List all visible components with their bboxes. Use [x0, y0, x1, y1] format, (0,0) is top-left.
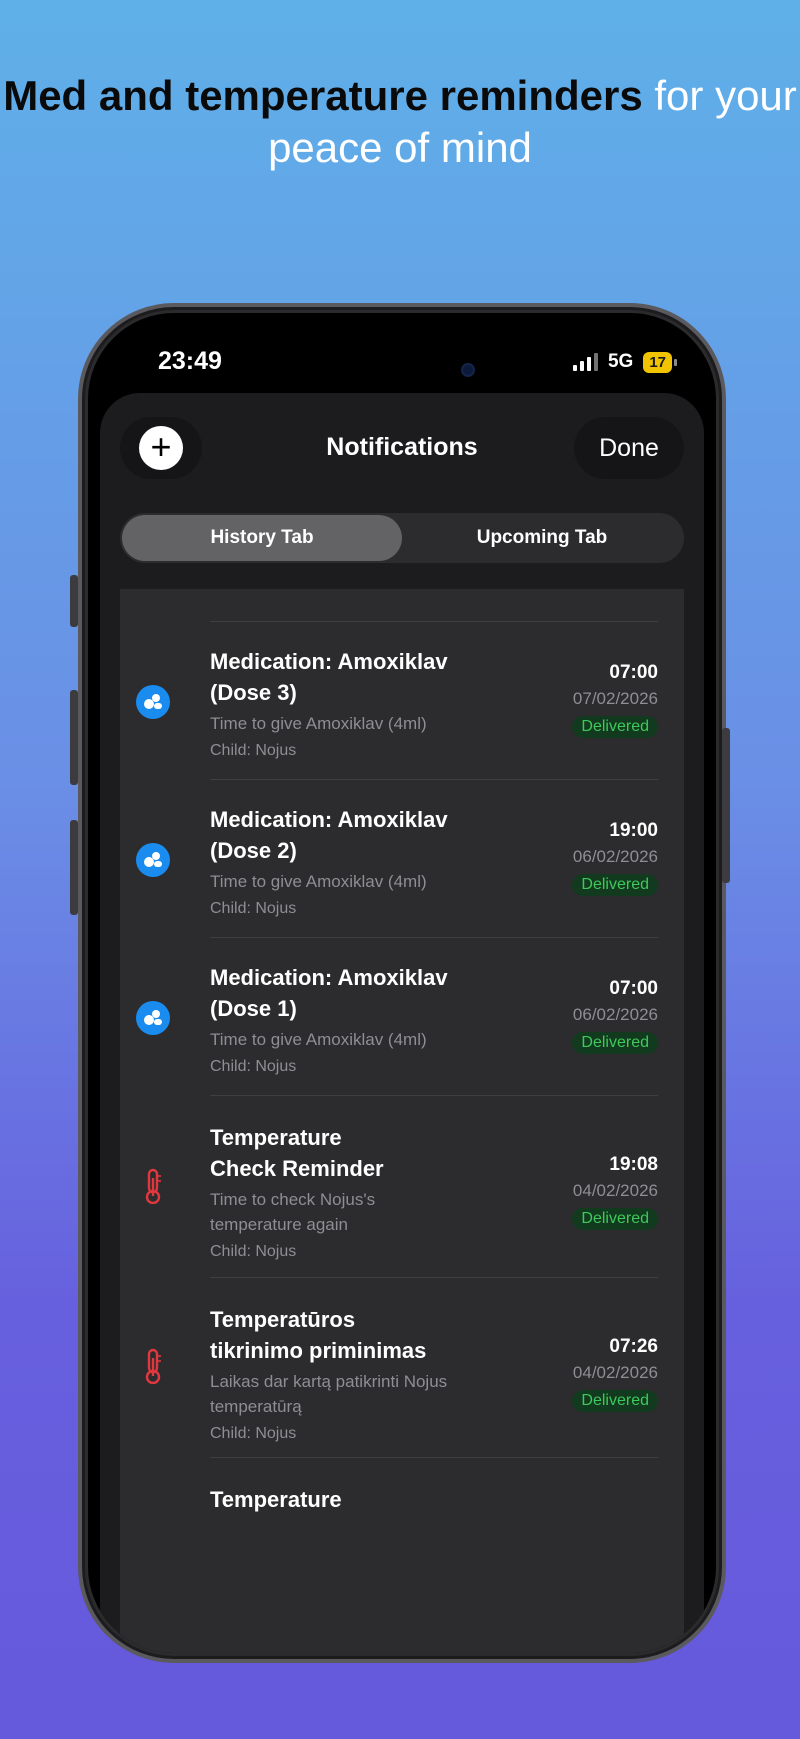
pill-icon	[135, 842, 171, 878]
notification-list[interactable]: Medication: Amoxiklav (Dose 3) Time to g…	[120, 589, 684, 1653]
notification-date: 04/02/2026	[572, 1363, 658, 1382]
status-badge: Delivered	[572, 1032, 658, 1054]
notification-title: (Dose 1)	[210, 996, 297, 1021]
notification-title: Temperature	[210, 1125, 342, 1150]
phone-power-button	[722, 728, 730, 883]
notification-time: 19:00	[609, 820, 658, 841]
status-badge: Delivered	[572, 1208, 658, 1230]
status-badge: Delivered	[572, 874, 658, 896]
notification-message-line: temperature again	[210, 1215, 348, 1234]
phone-side-button	[70, 820, 78, 915]
list-item[interactable]: Medication: Amoxiklav (Dose 1) Time to g…	[136, 937, 658, 1095]
notification-message: Time to give Amoxiklav (4ml)	[210, 714, 427, 733]
notification-message-line: temperatūrą	[210, 1397, 302, 1416]
notification-message: Laikas dar kartą patikrinti Nojus temper…	[210, 1369, 548, 1419]
phone-side-button	[70, 575, 78, 627]
front-camera	[461, 363, 475, 377]
battery-icon: 17	[643, 351, 677, 373]
notification-child: Child: Nojus	[210, 1425, 297, 1442]
notification-message-line: Time to check Nojus's	[210, 1190, 376, 1209]
status-indicators: 5G 17	[572, 351, 677, 373]
network-type: 5G	[607, 351, 634, 372]
notification-message: Time to check Nojus's temperature again	[210, 1187, 548, 1237]
notification-title: tikrinimo priminimas	[210, 1338, 427, 1363]
notification-title: Temperature	[210, 1487, 342, 1512]
tab-upcoming[interactable]: Upcoming Tab	[402, 515, 682, 561]
status-badge: Delivered	[572, 716, 658, 738]
notification-message: Time to give Amoxiklav (4ml)	[210, 1030, 427, 1049]
list-item[interactable]: Medication: Amoxiklav (Dose 2) Time to g…	[136, 779, 658, 937]
notification-message: Time to give Amoxiklav (4ml)	[210, 872, 427, 891]
notification-title: Medication: Amoxiklav	[210, 807, 448, 832]
tab-history[interactable]: History Tab	[122, 515, 402, 561]
notification-title: (Dose 3)	[210, 680, 297, 705]
tab-switcher: History Tab Upcoming Tab	[120, 513, 684, 563]
pill-icon	[135, 684, 171, 720]
list-item[interactable]: Medication: Amoxiklav (Dose 3) Time to g…	[136, 621, 658, 779]
notification-child: Child: Nojus	[210, 1243, 297, 1260]
list-item[interactable]: Temperature Check Reminder Time to check…	[145, 1095, 658, 1277]
notification-child: Child: Nojus	[210, 900, 297, 917]
promo-headline: Med and temperature reminders for your p…	[0, 70, 800, 174]
notification-date: 06/02/2026	[572, 1005, 658, 1024]
notification-time: 07:26	[609, 1336, 658, 1357]
notification-title: Medication: Amoxiklav	[210, 649, 448, 674]
notification-time: 19:08	[609, 1154, 658, 1175]
notification-message-line: Laikas dar kartą patikrinti Nojus	[210, 1372, 448, 1391]
list-item[interactable]: Temperature	[210, 1457, 658, 1577]
done-button[interactable]: Done	[574, 417, 684, 479]
notification-date: 07/02/2026	[572, 689, 658, 708]
list-top-spacer	[120, 589, 684, 621]
notification-title: Medication: Amoxiklav	[210, 965, 448, 990]
notification-title: Temperatūros	[210, 1307, 356, 1332]
notification-title: Check Reminder	[210, 1156, 384, 1181]
headline-bold: Med and temperature reminders	[3, 72, 643, 119]
pill-icon	[135, 1000, 171, 1036]
thermometer-icon	[135, 1348, 171, 1384]
notification-time: 07:00	[609, 662, 658, 683]
list-item[interactable]: Temperatūros tikrinimo priminimas Laikas…	[145, 1277, 658, 1457]
notification-date: 04/02/2026	[572, 1181, 658, 1200]
notification-child: Child: Nojus	[210, 742, 297, 759]
notification-time: 07:00	[609, 978, 658, 999]
status-time: 23:49	[158, 347, 222, 375]
notifications-sheet: + Notifications Done History Tab Upcomin…	[100, 393, 704, 1653]
notification-date: 06/02/2026	[572, 847, 658, 866]
signal-icon	[572, 353, 598, 371]
status-badge: Delivered	[572, 1390, 658, 1412]
phone-side-button	[70, 690, 78, 785]
thermometer-icon	[135, 1168, 171, 1204]
notification-child: Child: Nojus	[210, 1058, 297, 1075]
phone-screen: 23:49 5G 17 + Notifications Done History…	[88, 313, 716, 1653]
notification-title: (Dose 2)	[210, 838, 297, 863]
